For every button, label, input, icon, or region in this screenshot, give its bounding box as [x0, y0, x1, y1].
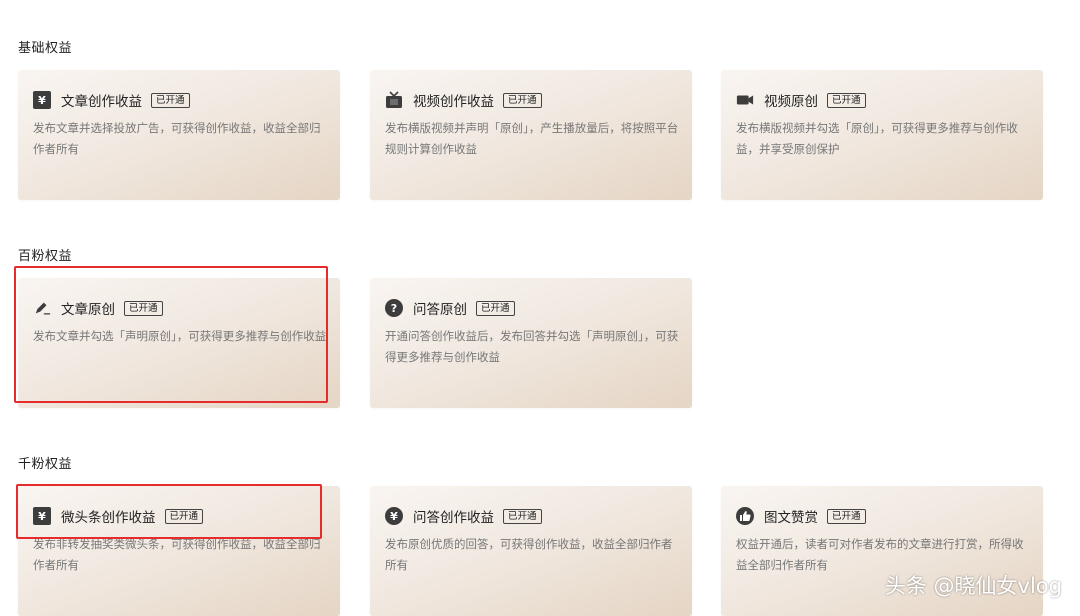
status-badge: 已开通: [476, 300, 515, 316]
section-title-basic: 基础权益: [18, 41, 73, 56]
yen-square-icon: ¥: [33, 91, 51, 109]
video-camera-icon: [736, 91, 754, 109]
question-circle-icon: ?: [385, 299, 403, 317]
tv-icon: [385, 91, 403, 109]
status-badge: 已开通: [827, 508, 866, 524]
section-title-hundred-fans: 百粉权益: [18, 249, 73, 264]
status-badge: 已开通: [124, 300, 163, 316]
card-title: 图文赞赏: [764, 510, 818, 526]
benefit-card-qa-revenue[interactable]: ¥ 问答创作收益 已开通 发布原创优质的回答，可获得创作收益，收益全部归作者所有: [370, 486, 692, 616]
thumbs-up-icon: [736, 507, 754, 525]
card-title: 问答原创: [413, 302, 467, 318]
card-description: 发布横版视频并勾选「原创」，可获得更多推荐与创作收益，并享受原创保护: [736, 121, 1018, 156]
benefit-card-article-revenue[interactable]: ¥ 文章创作收益 已开通 发布文章并选择投放广告，可获得创作收益，收益全部归作者…: [18, 70, 340, 200]
card-title: 微头条创作收益: [61, 510, 156, 526]
status-badge: 已开通: [503, 92, 542, 108]
pen-icon: [33, 299, 51, 317]
card-title: 问答创作收益: [413, 510, 494, 526]
benefit-card-qa-original[interactable]: ? 问答原创 已开通 开通问答创作收益后，发布回答并勾选「声明原创」，可获得更多…: [370, 278, 692, 408]
yen-circle-icon: ¥: [385, 507, 403, 525]
card-title: 视频创作收益: [413, 94, 494, 110]
status-badge: 已开通: [503, 508, 542, 524]
status-badge: 已开通: [164, 508, 204, 524]
benefit-card-video-revenue[interactable]: 视频创作收益 已开通 发布横版视频并声明「原创」，产生播放量后，将按照平台规则计…: [370, 70, 692, 200]
status-badge: 已开通: [151, 92, 190, 108]
benefit-card-video-original[interactable]: 视频原创 已开通 发布横版视频并勾选「原创」，可获得更多推荐与创作收益，并享受原…: [721, 70, 1043, 200]
watermark: 头条 @晓仙女vlog: [884, 574, 1062, 598]
card-description: 发布文章并勾选「声明原创」，可获得更多推荐与创作收益: [33, 329, 327, 343]
card-description: 开通问答创作收益后，发布回答并勾选「声明原创」，可获得更多推荐与创作收益: [385, 329, 679, 364]
card-description: 发布横版视频并声明「原创」，产生播放量后，将按照平台规则计算创作收益: [385, 121, 679, 156]
status-badge: 已开通: [827, 92, 866, 108]
card-description: 发布文章并选择投放广告，可获得创作收益，收益全部归作者所有: [33, 121, 321, 156]
card-title: 文章原创: [61, 302, 115, 318]
card-description: 发布非转发抽奖类微头条，可获得创作收益，收益全部归作者所有: [33, 537, 321, 572]
benefit-card-weitoutiao-revenue[interactable]: ¥ 微头条创作收益 已开通 发布非转发抽奖类微头条，可获得创作收益，收益全部归作…: [18, 486, 340, 616]
card-title: 视频原创: [764, 94, 818, 110]
section-title-thousand-fans: 千粉权益: [18, 457, 73, 472]
yen-square-icon: ¥: [33, 507, 51, 525]
card-title: 文章创作收益: [61, 94, 142, 110]
benefit-card-article-original[interactable]: 文章原创 已开通 发布文章并勾选「声明原创」，可获得更多推荐与创作收益: [18, 278, 340, 408]
card-description: 发布原创优质的回答，可获得创作收益，收益全部归作者所有: [385, 537, 673, 572]
